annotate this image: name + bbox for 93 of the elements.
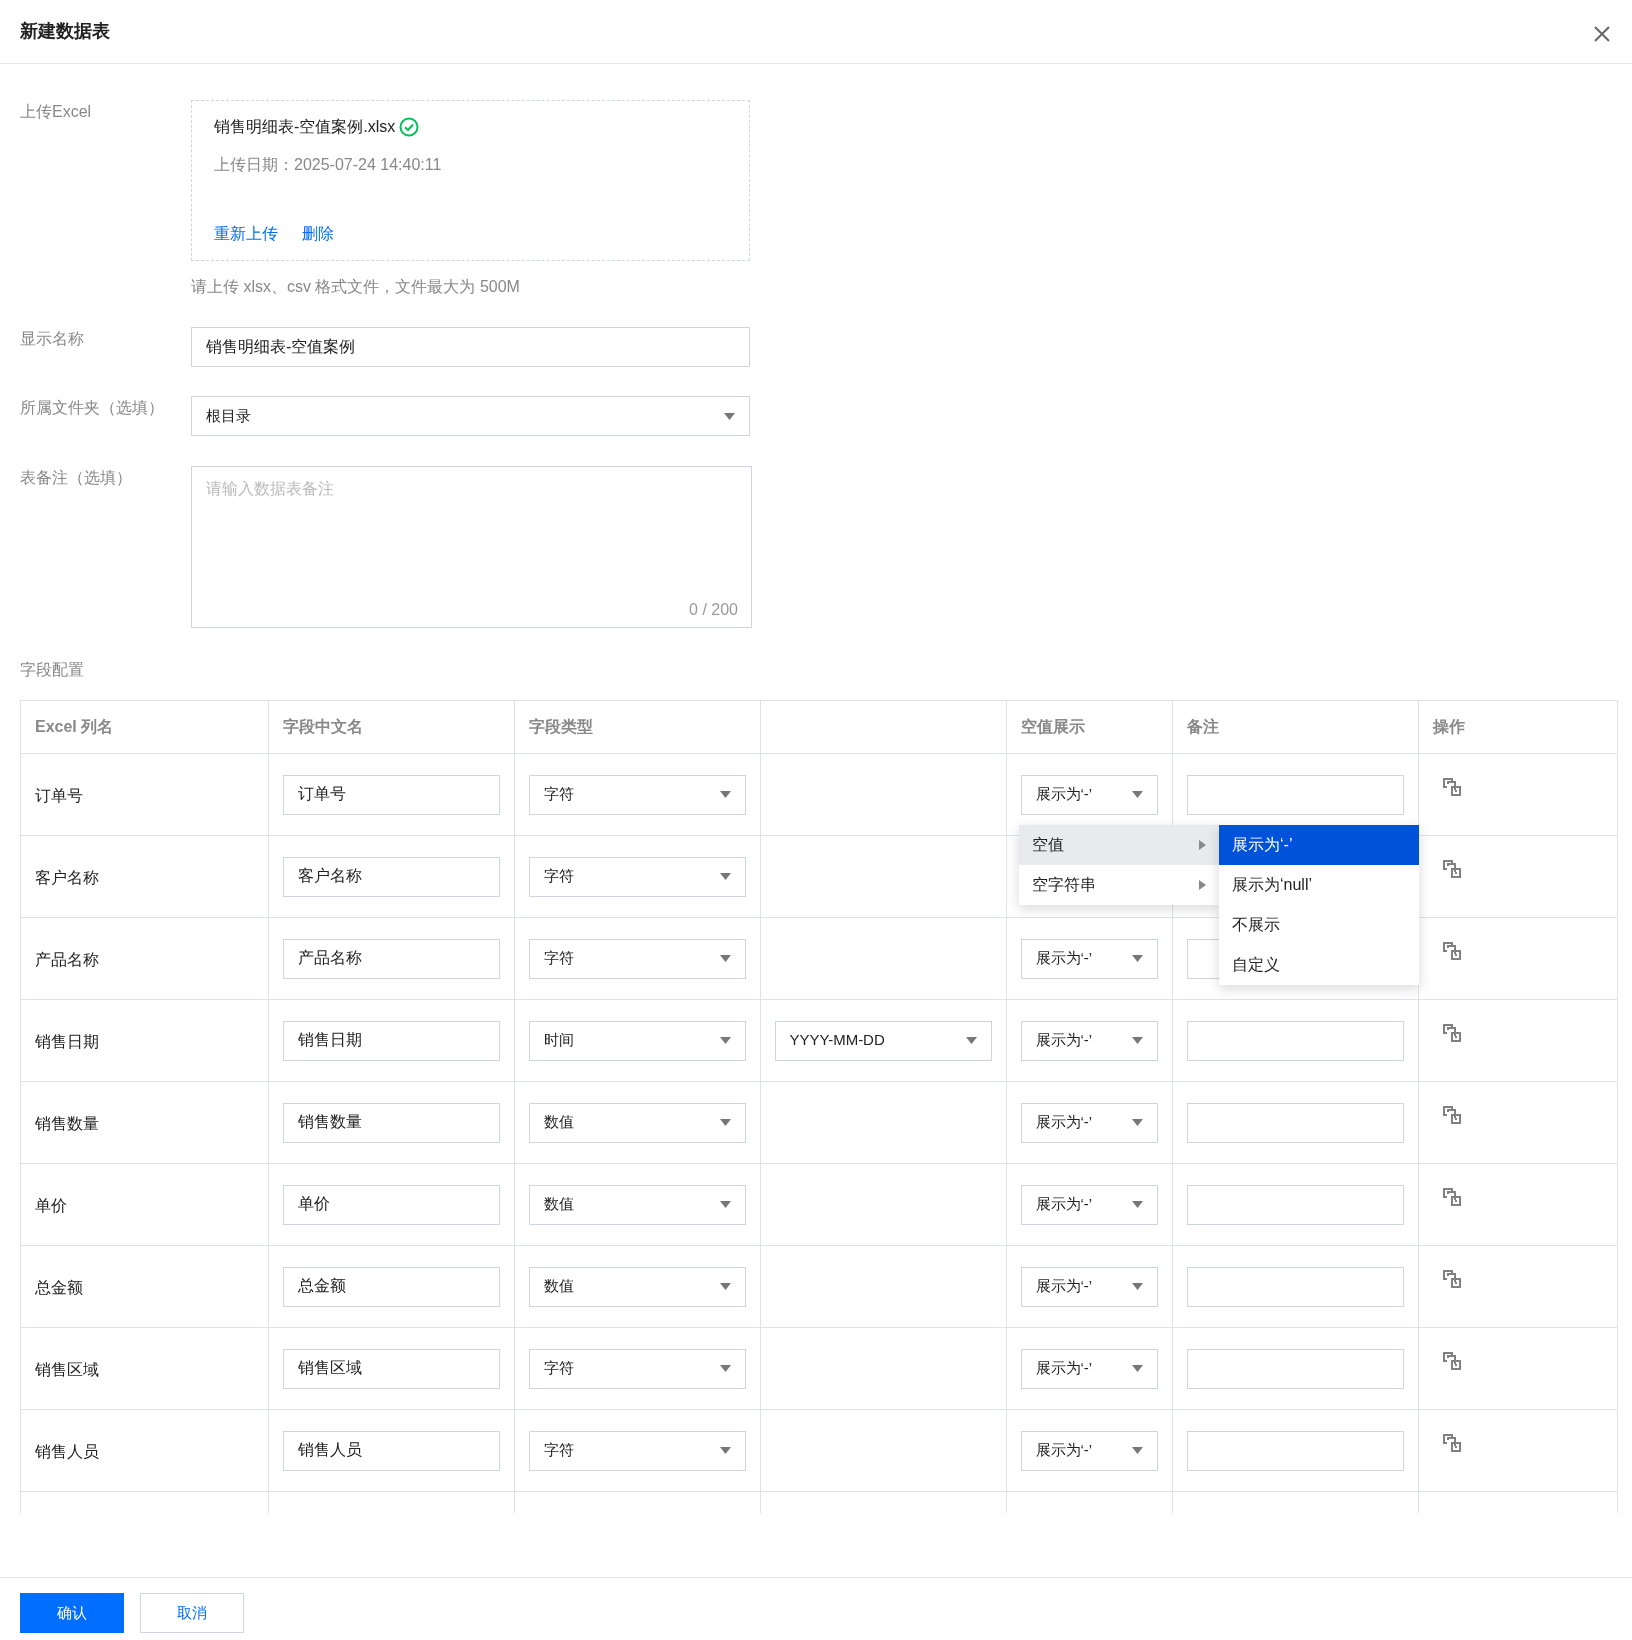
table-cell: 销售区域 [35, 1360, 99, 1378]
remark-input[interactable] [1186, 1102, 1404, 1143]
cancel-button[interactable]: 取消 [140, 1593, 244, 1633]
action-link[interactable]: 重新上传 [214, 222, 278, 246]
type-select[interactable]: 数值 [528, 1266, 746, 1307]
null-display-select[interactable]: 展示为‘-’ [1020, 938, 1158, 979]
remark-input[interactable] [1186, 1348, 1404, 1389]
check-circle-icon [399, 117, 420, 137]
null-display-select[interactable]: 展示为‘-’ [1020, 1430, 1158, 1471]
remark-input[interactable] [1186, 1266, 1404, 1307]
caret-icon [1131, 1201, 1143, 1208]
caret-icon [719, 1283, 731, 1290]
field-name-input[interactable]: 销售数量 [282, 1102, 500, 1143]
type-select[interactable]: 字符 [528, 938, 746, 979]
field-name-input[interactable]: 总金额 [282, 1266, 500, 1307]
menu-item[interactable]: 不展示 [1219, 905, 1419, 945]
name-field[interactable]: 销售明细表-空值案例 [191, 327, 750, 367]
caret-icon [1131, 1447, 1143, 1454]
table-cell: 总金额 [35, 1278, 83, 1296]
null-display-select[interactable]: 展示为‘-’ [1020, 774, 1158, 815]
null-display-select[interactable]: 展示为‘-’ [1020, 1266, 1158, 1307]
chevron-icon [1199, 840, 1206, 850]
remark-input[interactable] [1186, 1184, 1404, 1225]
null-display-select[interactable]: 展示为‘-’ [1020, 1348, 1158, 1389]
caret-icon [1131, 1119, 1143, 1126]
remark-input[interactable] [1186, 774, 1404, 815]
field-name-input[interactable]: 销售区域 [282, 1348, 500, 1389]
caret-icon [1131, 955, 1143, 962]
caret-icon [1131, 1283, 1143, 1290]
remark-input[interactable] [1186, 1430, 1404, 1471]
caret-icon [719, 1447, 731, 1454]
chevron-icon [1199, 880, 1206, 890]
type-select[interactable]: 字符 [528, 856, 746, 897]
confirm-button[interactable]: 确认 [20, 1593, 124, 1633]
caret-icon [1131, 1365, 1143, 1372]
null-display-select[interactable]: 展示为‘-’ [1020, 1184, 1158, 1225]
type-select[interactable]: 字符 [528, 1348, 746, 1389]
action-link[interactable]: 删除 [302, 222, 334, 246]
remark-input[interactable] [1186, 1020, 1404, 1061]
type-select[interactable]: 数值 [528, 1102, 746, 1143]
table-cell: 销售日期 [35, 1032, 99, 1050]
table-cell: 单价 [35, 1196, 67, 1214]
column-header: 字段类型 [528, 717, 593, 735]
caret-icon [719, 955, 731, 962]
caret-icon [965, 1037, 977, 1044]
folder-select[interactable]: 根目录 [191, 396, 750, 436]
field-label: 所属文件夹（选填） [20, 398, 165, 418]
column-header: 空值展示 [1020, 717, 1085, 735]
column-header: Excel 列名 [35, 717, 114, 735]
field-name-input[interactable]: 产品名称 [282, 938, 500, 979]
caret-icon [719, 873, 731, 880]
type-select[interactable]: 数值 [528, 1184, 746, 1225]
caret-icon [724, 412, 735, 420]
table-cell: 订单号 [35, 786, 83, 804]
caret-icon [719, 791, 731, 798]
caret-icon [1131, 1037, 1143, 1044]
caret-icon [719, 1119, 731, 1126]
upload-hint: 请上传 xlsx、csv 格式文件，文件最大为 500M [191, 277, 521, 297]
caret-icon [719, 1201, 731, 1208]
field-name-input[interactable]: 销售人员 [282, 1430, 500, 1471]
char-counter: 0 / 200 [689, 600, 738, 620]
field-label: 表备注（选填） [20, 468, 133, 488]
menu-item[interactable]: 自定义 [1219, 945, 1419, 985]
menu-item[interactable]: 空字符串 [1019, 865, 1219, 905]
column-header: 操作 [1432, 717, 1465, 735]
field-name-input[interactable]: 客户名称 [282, 856, 500, 897]
type-select[interactable]: 字符 [528, 774, 746, 815]
null-display-select[interactable]: 展示为‘-’ [1020, 1102, 1158, 1143]
table-cell: 销售数量 [35, 1114, 99, 1132]
caret-icon [719, 1365, 731, 1372]
caret-icon [719, 1037, 731, 1044]
menu-item[interactable]: 展示为‘-’ [1219, 825, 1419, 865]
type-select[interactable]: 字符 [528, 1430, 746, 1471]
caret-icon [1131, 791, 1143, 798]
field-label: 上传Excel [20, 102, 93, 122]
table-cell: 产品名称 [35, 950, 99, 968]
field-label: 显示名称 [20, 329, 85, 349]
upload-date: 上传日期：2025-07-24 14:40:11 [214, 155, 443, 175]
type-select[interactable]: 时间 [528, 1020, 746, 1061]
dialog-title: 新建数据表 [20, 20, 110, 43]
menu-item[interactable]: 展示为‘null’ [1219, 865, 1419, 905]
section-label: 字段配置 [20, 660, 85, 680]
column-header: 备注 [1186, 717, 1219, 735]
field-name-input[interactable]: 销售日期 [282, 1020, 500, 1061]
field-name-input[interactable]: 订单号 [282, 774, 500, 815]
null-display-select[interactable]: 展示为‘-’ [1020, 1020, 1158, 1061]
table-cell: 客户名称 [35, 868, 99, 886]
format-select[interactable]: YYYY-MM-DD [774, 1020, 992, 1061]
field-name-input[interactable]: 单价 [282, 1184, 500, 1225]
menu-item[interactable]: 空值 [1019, 825, 1219, 865]
table-cell: 销售人员 [35, 1442, 99, 1460]
column-header: 字段中文名 [282, 717, 363, 735]
file-name: 销售明细表-空值案例.xlsx [214, 117, 396, 137]
